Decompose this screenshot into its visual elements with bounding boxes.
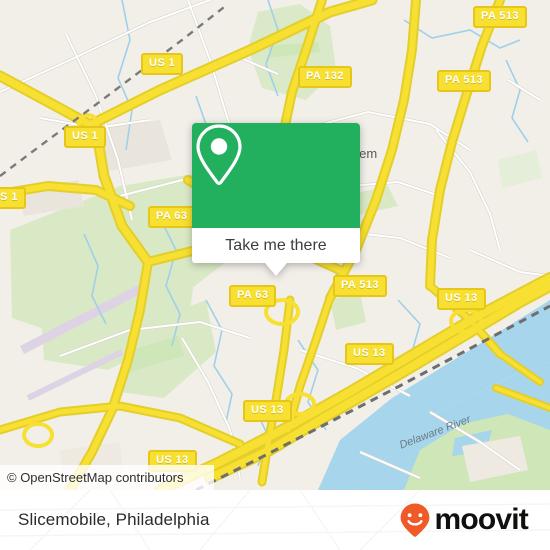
osm-attribution-text: © OpenStreetMap contributors xyxy=(7,470,184,485)
place-name-label: Slicemobile, Philadelphia xyxy=(18,510,210,529)
road-shield-us13-south: US 13 xyxy=(243,400,292,422)
moovit-smiley-pin-icon xyxy=(401,503,430,537)
popup-pointer-tail xyxy=(265,263,287,276)
road-shield-pa513-ne: PA 513 xyxy=(437,70,491,92)
road-shield-pa513-mid: PA 513 xyxy=(333,275,387,297)
popup-image-area xyxy=(192,123,360,228)
osm-attribution[interactable]: © OpenStreetMap contributors xyxy=(0,465,214,490)
road-shield-pa63-south: PA 63 xyxy=(229,285,277,307)
map-pin-icon xyxy=(196,124,242,186)
road-shield-pa132: PA 132 xyxy=(298,66,352,88)
moovit-wordmark: moovit xyxy=(434,503,528,536)
road-shield-us1-clipped: S 1 xyxy=(0,187,26,209)
road-shield-pa513-north: PA 513 xyxy=(473,6,527,28)
road-shield-us13-east: US 13 xyxy=(437,288,486,310)
bottom-info-bar: Slicemobile, Philadelphia moovit xyxy=(0,490,550,550)
road-shield-us1-west: US 1 xyxy=(64,126,107,148)
moovit-logo: moovit xyxy=(398,502,529,538)
take-me-there-label: Take me there xyxy=(225,236,327,254)
map-canvas[interactable]: US 1 US 1 PA 132 PA 513 PA 513 S 1 PA 63… xyxy=(0,0,550,490)
road-shield-pa63-west: PA 63 xyxy=(148,206,196,228)
road-shield-us1-north: US 1 xyxy=(141,53,184,75)
road-shield-us13-mid: US 13 xyxy=(345,343,394,365)
take-me-there-button[interactable]: Take me there xyxy=(192,228,360,263)
location-popup-card[interactable]: Take me there xyxy=(192,123,360,276)
